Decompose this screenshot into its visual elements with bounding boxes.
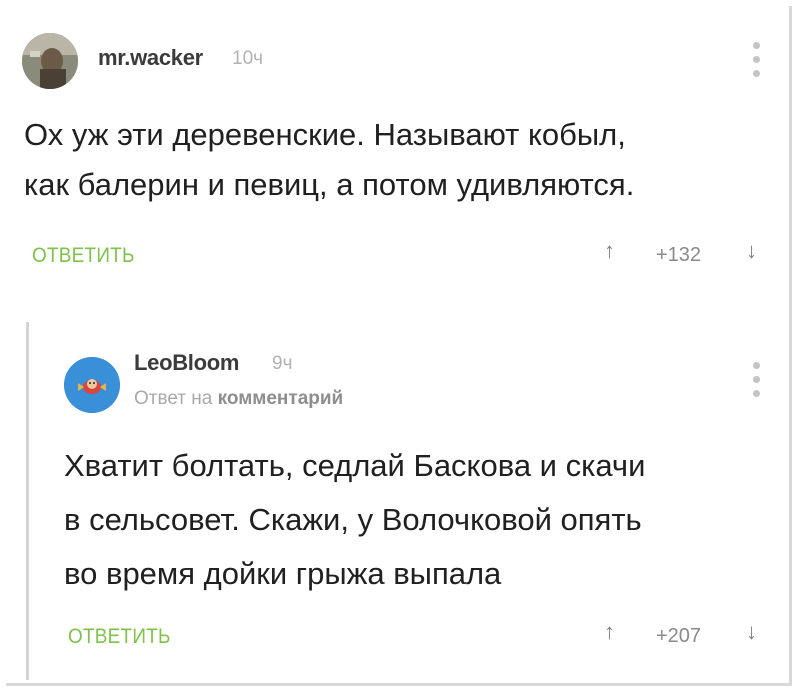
avatar[interactable]	[22, 33, 78, 89]
reply-to-prefix: Ответ на	[134, 388, 213, 409]
comment-text-line: во время дойки грыжа выпала	[64, 556, 502, 591]
comment-text-line: как балерин и певиц, а потом удивляются.	[24, 167, 635, 202]
avatar[interactable]	[64, 357, 120, 413]
rating-value: +207	[656, 625, 702, 647]
upvote-icon[interactable]: ↑	[604, 238, 615, 264]
comment-mr-wacker: mr.wacker 10ч Ох уж эти деревенские. Наз…	[0, 0, 800, 290]
more-options-icon[interactable]	[752, 362, 760, 397]
username[interactable]: mr.wacker	[98, 45, 203, 71]
username[interactable]: LeoBloom	[134, 350, 239, 376]
reply-button[interactable]: ОТВЕТИТЬ	[68, 625, 171, 649]
downvote-icon[interactable]: ↓	[746, 619, 757, 645]
comment-text-line: Ох уж эти деревенские. Называют кобыл,	[24, 117, 626, 152]
reply-to-link[interactable]: комментарий	[218, 388, 344, 409]
rating-value: +132	[656, 244, 702, 266]
comment-time: 9ч	[272, 353, 293, 374]
comment-leobloom: LeoBloom 9ч Ответ на комментарий Хватит …	[0, 320, 800, 690]
reply-button[interactable]: ОТВЕТИТЬ	[32, 244, 135, 268]
reply-to-label: Ответ на комментарий	[134, 388, 343, 410]
upvote-icon[interactable]: ↑	[604, 619, 615, 645]
more-options-icon[interactable]	[752, 42, 760, 77]
comment-text-line: в сельсовет. Скажи, у Волочковой опять	[64, 502, 642, 537]
comment-time: 10ч	[232, 48, 264, 69]
comment-text-line: Хватит болтать, седлай Баскова и скачи	[64, 448, 646, 483]
downvote-icon[interactable]: ↓	[746, 238, 757, 264]
